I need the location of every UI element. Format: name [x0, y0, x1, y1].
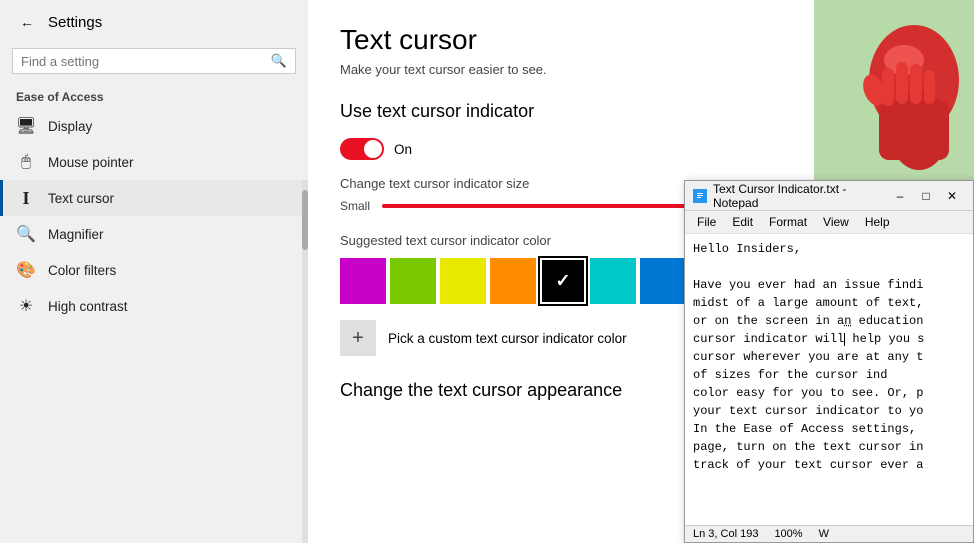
notepad-statusbar: Ln 3, Col 193 100% W — [685, 525, 973, 542]
sidebar-item-text-cursor[interactable]: I Text cursor — [0, 180, 308, 216]
sidebar-item-magnifier-label: Magnifier — [48, 227, 104, 242]
notepad-minimize-button[interactable]: – — [887, 185, 913, 207]
color-swatch-6[interactable] — [640, 258, 686, 304]
notepad-menu-edit[interactable]: Edit — [724, 213, 761, 231]
notepad-line-7: cursor wherever you are at any t — [693, 348, 965, 366]
back-button[interactable]: ← — [16, 10, 38, 34]
color-swatch-1[interactable] — [390, 258, 436, 304]
section-label: Ease of Access — [0, 82, 308, 108]
slider-fill — [382, 204, 718, 208]
sidebar-item-color-filters-label: Color filters — [48, 263, 116, 278]
text-cursor-icon: I — [16, 188, 36, 208]
color-swatch-3[interactable] — [490, 258, 536, 304]
notepad-app-icon — [693, 189, 707, 203]
notepad-menubar: File Edit Format View Help — [685, 211, 973, 234]
notepad-menu-view[interactable]: View — [815, 213, 857, 231]
mouse-pointer-icon: 🖱 — [16, 152, 36, 172]
notepad-window: Text Cursor Indicator.txt - Notepad – □ … — [684, 180, 974, 543]
pick-custom-label: Pick a custom text cursor indicator colo… — [388, 331, 627, 346]
color-swatch-5[interactable] — [590, 258, 636, 304]
notepad-menu-file[interactable]: File — [689, 213, 724, 231]
sidebar: ← Settings 🔍 Ease of Access 🖥 Display 🖱 … — [0, 0, 308, 543]
sidebar-title: Settings — [48, 14, 102, 31]
sidebar-item-display[interactable]: 🖥 Display — [0, 108, 308, 144]
notepad-line-10: your text cursor indicator to yo — [693, 402, 965, 420]
search-box: 🔍 — [12, 48, 296, 74]
color-swatch-0[interactable] — [340, 258, 386, 304]
display-icon: 🖥 — [16, 116, 36, 136]
notepad-title-text: Text Cursor Indicator.txt - Notepad — [713, 182, 881, 210]
sidebar-item-magnifier[interactable]: 🔍 Magnifier — [0, 216, 308, 252]
sidebar-item-mouse-pointer-label: Mouse pointer — [48, 155, 134, 170]
high-contrast-icon: ☀ — [16, 296, 36, 316]
notepad-line-2 — [693, 258, 965, 276]
magnifier-icon: 🔍 — [16, 224, 36, 244]
notepad-maximize-button[interactable]: □ — [913, 185, 939, 207]
sidebar-header: ← Settings — [0, 0, 308, 44]
notepad-close-button[interactable]: ✕ — [939, 185, 965, 207]
notepad-line-11: In the Ease of Access settings, — [693, 420, 965, 438]
notepad-line-13: track of your text cursor ever a — [693, 456, 965, 474]
notepad-status-line: Ln 3, Col 193 — [693, 528, 758, 540]
sidebar-item-color-filters[interactable]: 🎨 Color filters — [0, 252, 308, 288]
search-input[interactable] — [21, 54, 265, 69]
pick-custom-button[interactable]: + — [340, 320, 376, 356]
sidebar-item-high-contrast[interactable]: ☀ High contrast — [0, 288, 308, 324]
sidebar-item-mouse-pointer[interactable]: 🖱 Mouse pointer — [0, 144, 308, 180]
color-filters-icon: 🎨 — [16, 260, 36, 280]
notepad-line-5: or on the screen in an education — [693, 312, 965, 330]
notepad-menu-help[interactable]: Help — [857, 213, 898, 231]
notepad-status-zoom: 100% — [774, 528, 802, 540]
notepad-line-3: Have you ever had an issue findi — [693, 276, 965, 294]
notepad-line-1: Hello Insiders, — [693, 240, 965, 258]
background-image-area — [814, 0, 974, 190]
toggle-state-label: On — [394, 142, 412, 157]
toggle-switch[interactable] — [340, 138, 384, 160]
main-content: Text cursor Make your text cursor easier… — [308, 0, 974, 543]
notepad-line-6: cursor indicator will help you s — [693, 330, 965, 348]
notepad-titlebar: Text Cursor Indicator.txt - Notepad – □ … — [685, 181, 973, 211]
sidebar-item-display-label: Display — [48, 119, 92, 134]
notepad-menu-format[interactable]: Format — [761, 213, 815, 231]
notepad-status-encoding: W — [819, 528, 829, 540]
search-icon: 🔍 — [271, 53, 287, 69]
notepad-line-12: page, turn on the text cursor in — [693, 438, 965, 456]
notepad-line-4: midst of a large amount of text, — [693, 294, 965, 312]
color-swatch-2[interactable] — [440, 258, 486, 304]
sidebar-item-high-contrast-label: High contrast — [48, 299, 128, 314]
notepad-controls: – □ ✕ — [887, 185, 965, 207]
color-swatch-4[interactable] — [540, 258, 586, 304]
toggle-thumb — [364, 140, 382, 158]
sidebar-item-text-cursor-label: Text cursor — [48, 191, 114, 206]
notepad-line-8: of sizes for the cursor ind — [693, 366, 965, 384]
slider-min-label: Small — [340, 199, 370, 213]
notepad-line-9: color easy for you to see. Or, p — [693, 384, 965, 402]
notepad-content[interactable]: Hello Insiders, Have you ever had an iss… — [685, 234, 973, 525]
